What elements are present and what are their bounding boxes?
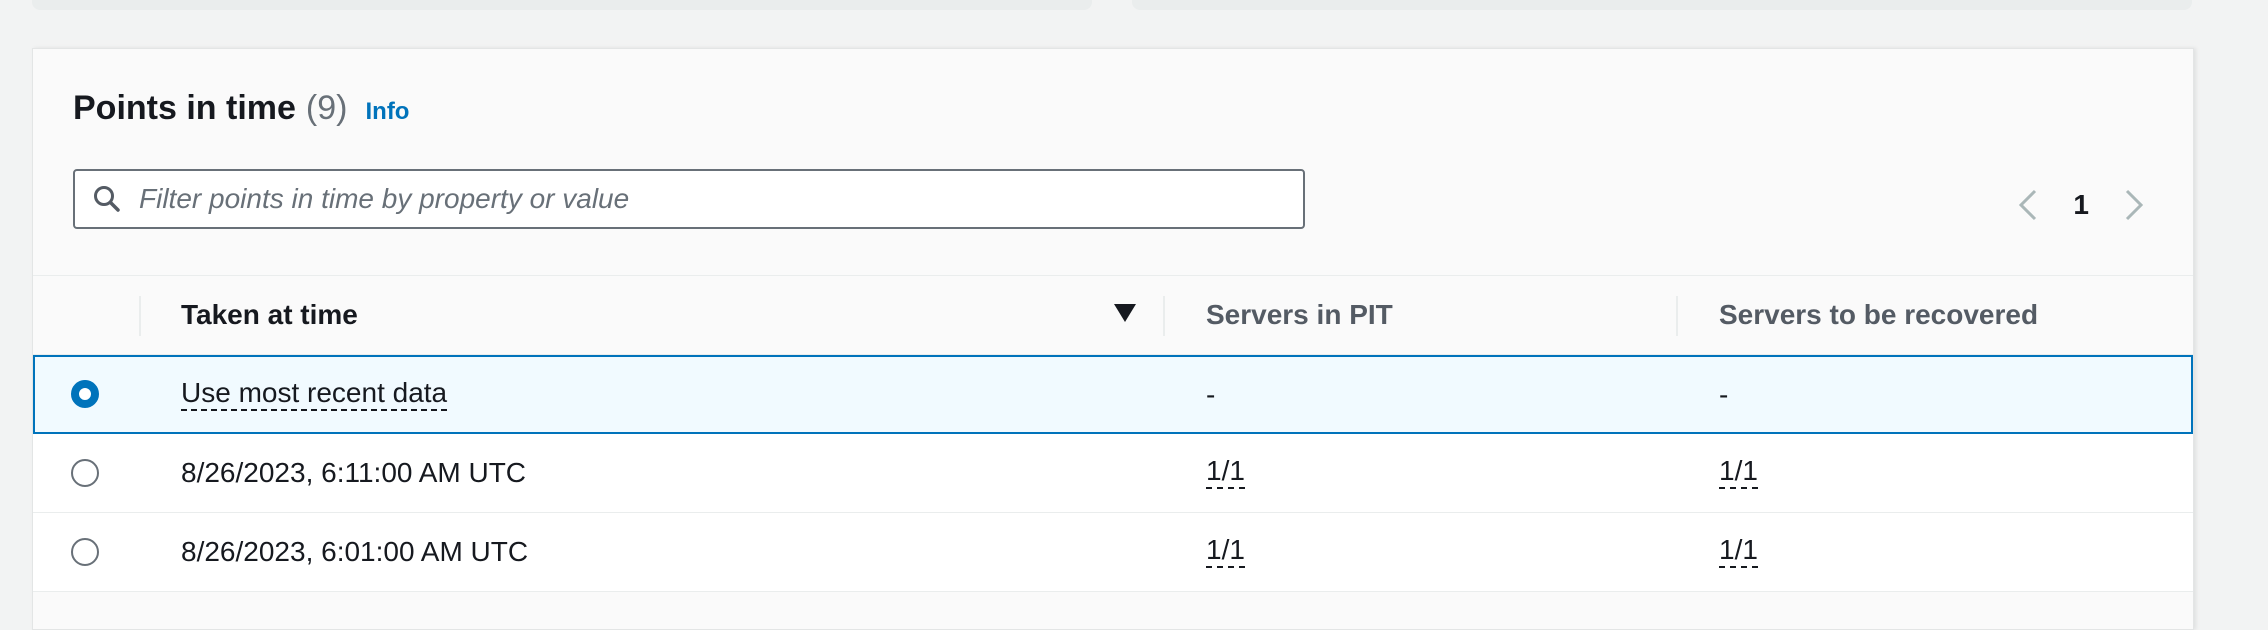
cell-servers-in-pit: 1/1	[1206, 513, 1245, 590]
table-row[interactable]: Use most recent data - -	[33, 355, 2193, 434]
panel-count: (9)	[305, 89, 348, 127]
points-in-time-table: Taken at time Servers in PIT Servers to …	[33, 275, 2193, 592]
cell-taken-at: Use most recent data	[181, 357, 448, 432]
use-most-recent-data-link[interactable]: Use most recent data	[181, 377, 448, 411]
cell-servers-to-recover: 1/1	[1719, 434, 1758, 511]
cell-servers-to-recover: 1/1	[1719, 513, 1758, 590]
column-divider[interactable]	[1163, 296, 1165, 336]
column-header-servers-to-recover[interactable]: Servers to be recovered	[1719, 276, 2038, 354]
cell-servers-in-pit: -	[1206, 378, 1216, 410]
chevron-left-icon[interactable]	[2017, 187, 2039, 223]
table-row[interactable]: 8/26/2023, 6:01:00 AM UTC 1/1 1/1	[33, 513, 2193, 592]
column-header-servers-in-pit[interactable]: Servers in PIT	[1206, 276, 1393, 354]
chevron-right-icon[interactable]	[2123, 187, 2145, 223]
servers-to-recover-popover[interactable]: 1/1	[1719, 534, 1758, 568]
servers-in-pit-popover[interactable]: 1/1	[1206, 455, 1245, 489]
top-card-left	[32, 0, 1092, 10]
search-icon	[75, 184, 139, 214]
row-radio[interactable]	[71, 538, 99, 566]
panel-header: Points in time (9) Info	[73, 89, 409, 128]
column-divider[interactable]	[1676, 296, 1678, 336]
pagination: 1	[2017, 187, 2145, 223]
cell-taken-at: 8/26/2023, 6:01:00 AM UTC	[181, 535, 529, 567]
cell-taken-at: 8/26/2023, 6:11:00 AM UTC	[181, 456, 527, 488]
table-row[interactable]: 8/26/2023, 6:11:00 AM UTC 1/1 1/1	[33, 434, 2193, 513]
column-divider	[139, 296, 141, 336]
servers-to-recover-popover[interactable]: 1/1	[1719, 455, 1758, 489]
points-in-time-panel: Points in time (9) Info 1 Taken at t	[32, 48, 2194, 630]
panel-title: Points in time	[73, 89, 296, 127]
filter-box[interactable]	[73, 169, 1305, 229]
servers-in-pit-popover[interactable]: 1/1	[1206, 534, 1245, 568]
cell-servers-to-recover: -	[1719, 378, 1729, 410]
row-radio[interactable]	[71, 380, 99, 408]
cell-servers-in-pit: 1/1	[1206, 434, 1245, 511]
info-link[interactable]: Info	[365, 98, 409, 126]
filter-input[interactable]	[139, 183, 1279, 215]
table-header: Taken at time Servers in PIT Servers to …	[33, 275, 2193, 355]
page-number[interactable]: 1	[2073, 189, 2089, 221]
caret-down-icon[interactable]	[1113, 302, 1137, 329]
top-card-right	[1132, 0, 2192, 10]
row-radio[interactable]	[71, 459, 99, 487]
column-header-taken-at[interactable]: Taken at time	[181, 276, 358, 354]
